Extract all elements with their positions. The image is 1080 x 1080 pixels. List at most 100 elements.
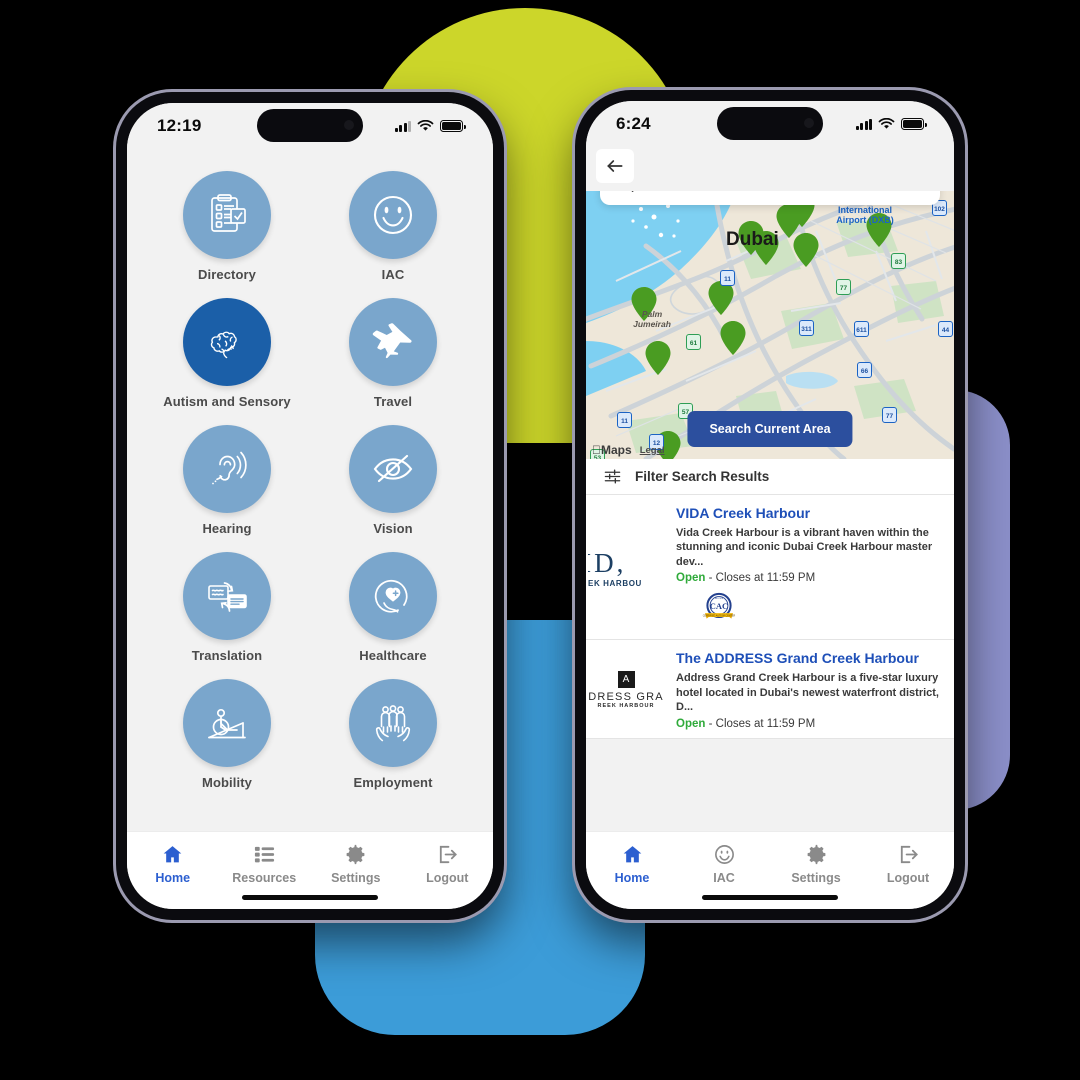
map-pin[interactable]: [645, 341, 671, 375]
apple-maps-logo: Maps: [592, 443, 632, 457]
heart-hand-icon: [374, 579, 408, 613]
tab-label: IAC: [713, 871, 735, 885]
vida-logo-sub: EEK HARBOU: [588, 579, 642, 589]
category-icon-circle: [183, 171, 271, 259]
category-icon-circle: [349, 298, 437, 386]
category-travel[interactable]: Travel: [323, 298, 463, 409]
route-shield: 77: [882, 407, 897, 423]
address-logo-main: DRESS GRA: [588, 691, 664, 704]
result-logo: A DRESS GRA REEK HARBOUR: [588, 650, 664, 729]
composite-mockup: 12:19 Directory IAC Autism and Sensory T…: [0, 0, 1080, 1080]
tab-iac[interactable]: IAC: [678, 843, 770, 885]
tab-logout[interactable]: Logout: [862, 843, 954, 885]
status-time: 6:24: [616, 114, 651, 133]
result-logo: ID, EEK HARBOU: [588, 505, 664, 631]
tab-label: Logout: [886, 871, 930, 885]
status-bar-left: 12:19: [127, 103, 493, 149]
route-shield: 61: [686, 334, 701, 350]
status-time: 12:19: [157, 116, 202, 135]
map-pin[interactable]: [776, 204, 802, 238]
category-label: Translation: [191, 648, 263, 663]
map-label-palm-jumeirah: Palm Jumeirah: [633, 309, 671, 329]
category-label: Hearing: [202, 521, 252, 536]
map-pin[interactable]: [720, 321, 746, 355]
search-current-area-button[interactable]: Search Current Area: [687, 411, 853, 447]
filter-search-results-row[interactable]: Filter Search Results: [586, 459, 954, 495]
result-title[interactable]: The ADDRESS Grand Creek Harbour: [676, 650, 942, 668]
category-iac[interactable]: IAC: [323, 171, 463, 282]
status-badge: Open: [676, 572, 706, 585]
result-title[interactable]: VIDA Creek Harbour: [676, 505, 942, 523]
tab-home[interactable]: Home: [586, 843, 678, 885]
category-vision[interactable]: Vision: [323, 425, 463, 536]
clipboard-checklist-icon: [211, 194, 246, 232]
tab-settings[interactable]: Settings: [770, 843, 862, 885]
route-shield: 44: [938, 321, 953, 337]
category-healthcare[interactable]: Healthcare: [323, 552, 463, 663]
category-label: Directory: [198, 267, 256, 282]
search-bar[interactable]: Name, description, category: [600, 191, 940, 205]
gear-icon: [346, 844, 365, 865]
category-icon-circle: [183, 679, 271, 767]
status-badge: Open: [676, 717, 706, 730]
phone-right-map-search: 6:24 Dubai International Airport (DXB) P…: [575, 90, 965, 920]
tab-home[interactable]: Home: [127, 843, 219, 885]
battery-icon: [901, 118, 927, 130]
translate-exchange-icon: [208, 582, 247, 612]
route-shield: 66: [857, 362, 872, 378]
category-hearing[interactable]: Hearing: [157, 425, 297, 536]
tab-resources[interactable]: Resources: [219, 843, 311, 885]
category-directory[interactable]: Directory: [157, 171, 297, 282]
tab-label: Settings: [331, 871, 381, 885]
home-indicator: [702, 894, 838, 900]
route-shield: 311: [799, 320, 814, 336]
category-autism-and-sensory[interactable]: Autism and Sensory: [157, 298, 297, 409]
hours-separator: -: [708, 717, 713, 730]
result-body: The ADDRESS Grand Creek Harbour Address …: [676, 650, 942, 729]
category-label: Travel: [373, 394, 413, 409]
tab-label: Home: [155, 871, 191, 885]
route-shield: 83: [891, 253, 906, 269]
route-shield: 77: [836, 279, 851, 295]
result-item-vida[interactable]: ID, EEK HARBOU VIDA Creek Harbour Vida C…: [586, 495, 954, 641]
gear-icon: [807, 844, 825, 865]
category-translation[interactable]: Translation: [157, 552, 297, 663]
category-icon-circle: [349, 425, 437, 513]
result-description: Vida Creek Harbour is a vibrant haven wi…: [676, 526, 933, 568]
home-icon: [163, 846, 182, 863]
result-item-address[interactable]: A DRESS GRA REEK HARBOUR The ADDRESS Gra…: [586, 640, 954, 739]
nav-bar: [586, 147, 954, 191]
phone-left-home-screen: 12:19 Directory IAC Autism and Sensory T…: [116, 92, 504, 920]
route-shield: 11: [720, 270, 735, 286]
address-logo-mark: A: [617, 671, 635, 689]
map-pin[interactable]: [708, 281, 734, 315]
wifi-icon: [878, 118, 895, 129]
category-label: Vision: [373, 521, 413, 536]
map-legal-link[interactable]: Legal: [640, 445, 665, 456]
category-grid: Directory IAC Autism and Sensory Travel …: [157, 171, 463, 790]
map-pin[interactable]: [793, 233, 819, 267]
category-employment[interactable]: Employment: [323, 679, 463, 790]
tab-label: Logout: [426, 871, 469, 885]
category-mobility[interactable]: Mobility: [157, 679, 297, 790]
logout-icon: [900, 845, 918, 864]
route-shield: 11: [617, 412, 632, 428]
smiley-face-icon: [373, 195, 413, 235]
result-hours: Open - Closes at 11:59 PM: [676, 572, 942, 584]
list-icon: [254, 846, 274, 863]
tab-logout[interactable]: Logout: [402, 843, 494, 885]
eye-slash-icon: [373, 454, 413, 483]
tab-label: Settings: [791, 871, 841, 885]
category-icon-circle: [183, 552, 271, 640]
ear-hearing-icon: [212, 451, 247, 485]
back-button[interactable]: [596, 149, 634, 183]
tab-settings[interactable]: Settings: [310, 843, 402, 885]
tab-label: Resources: [232, 871, 297, 885]
category-label: Healthcare: [359, 648, 427, 663]
svg-text:CAC: CAC: [710, 601, 728, 611]
map-view[interactable]: Name, description, category Dubai DubaiI…: [586, 191, 954, 459]
brain-icon: [210, 331, 237, 359]
battery-icon: [440, 120, 466, 132]
cellular-bars-icon: [855, 118, 872, 130]
address-logo-sub: REEK HARBOUR: [597, 703, 655, 710]
